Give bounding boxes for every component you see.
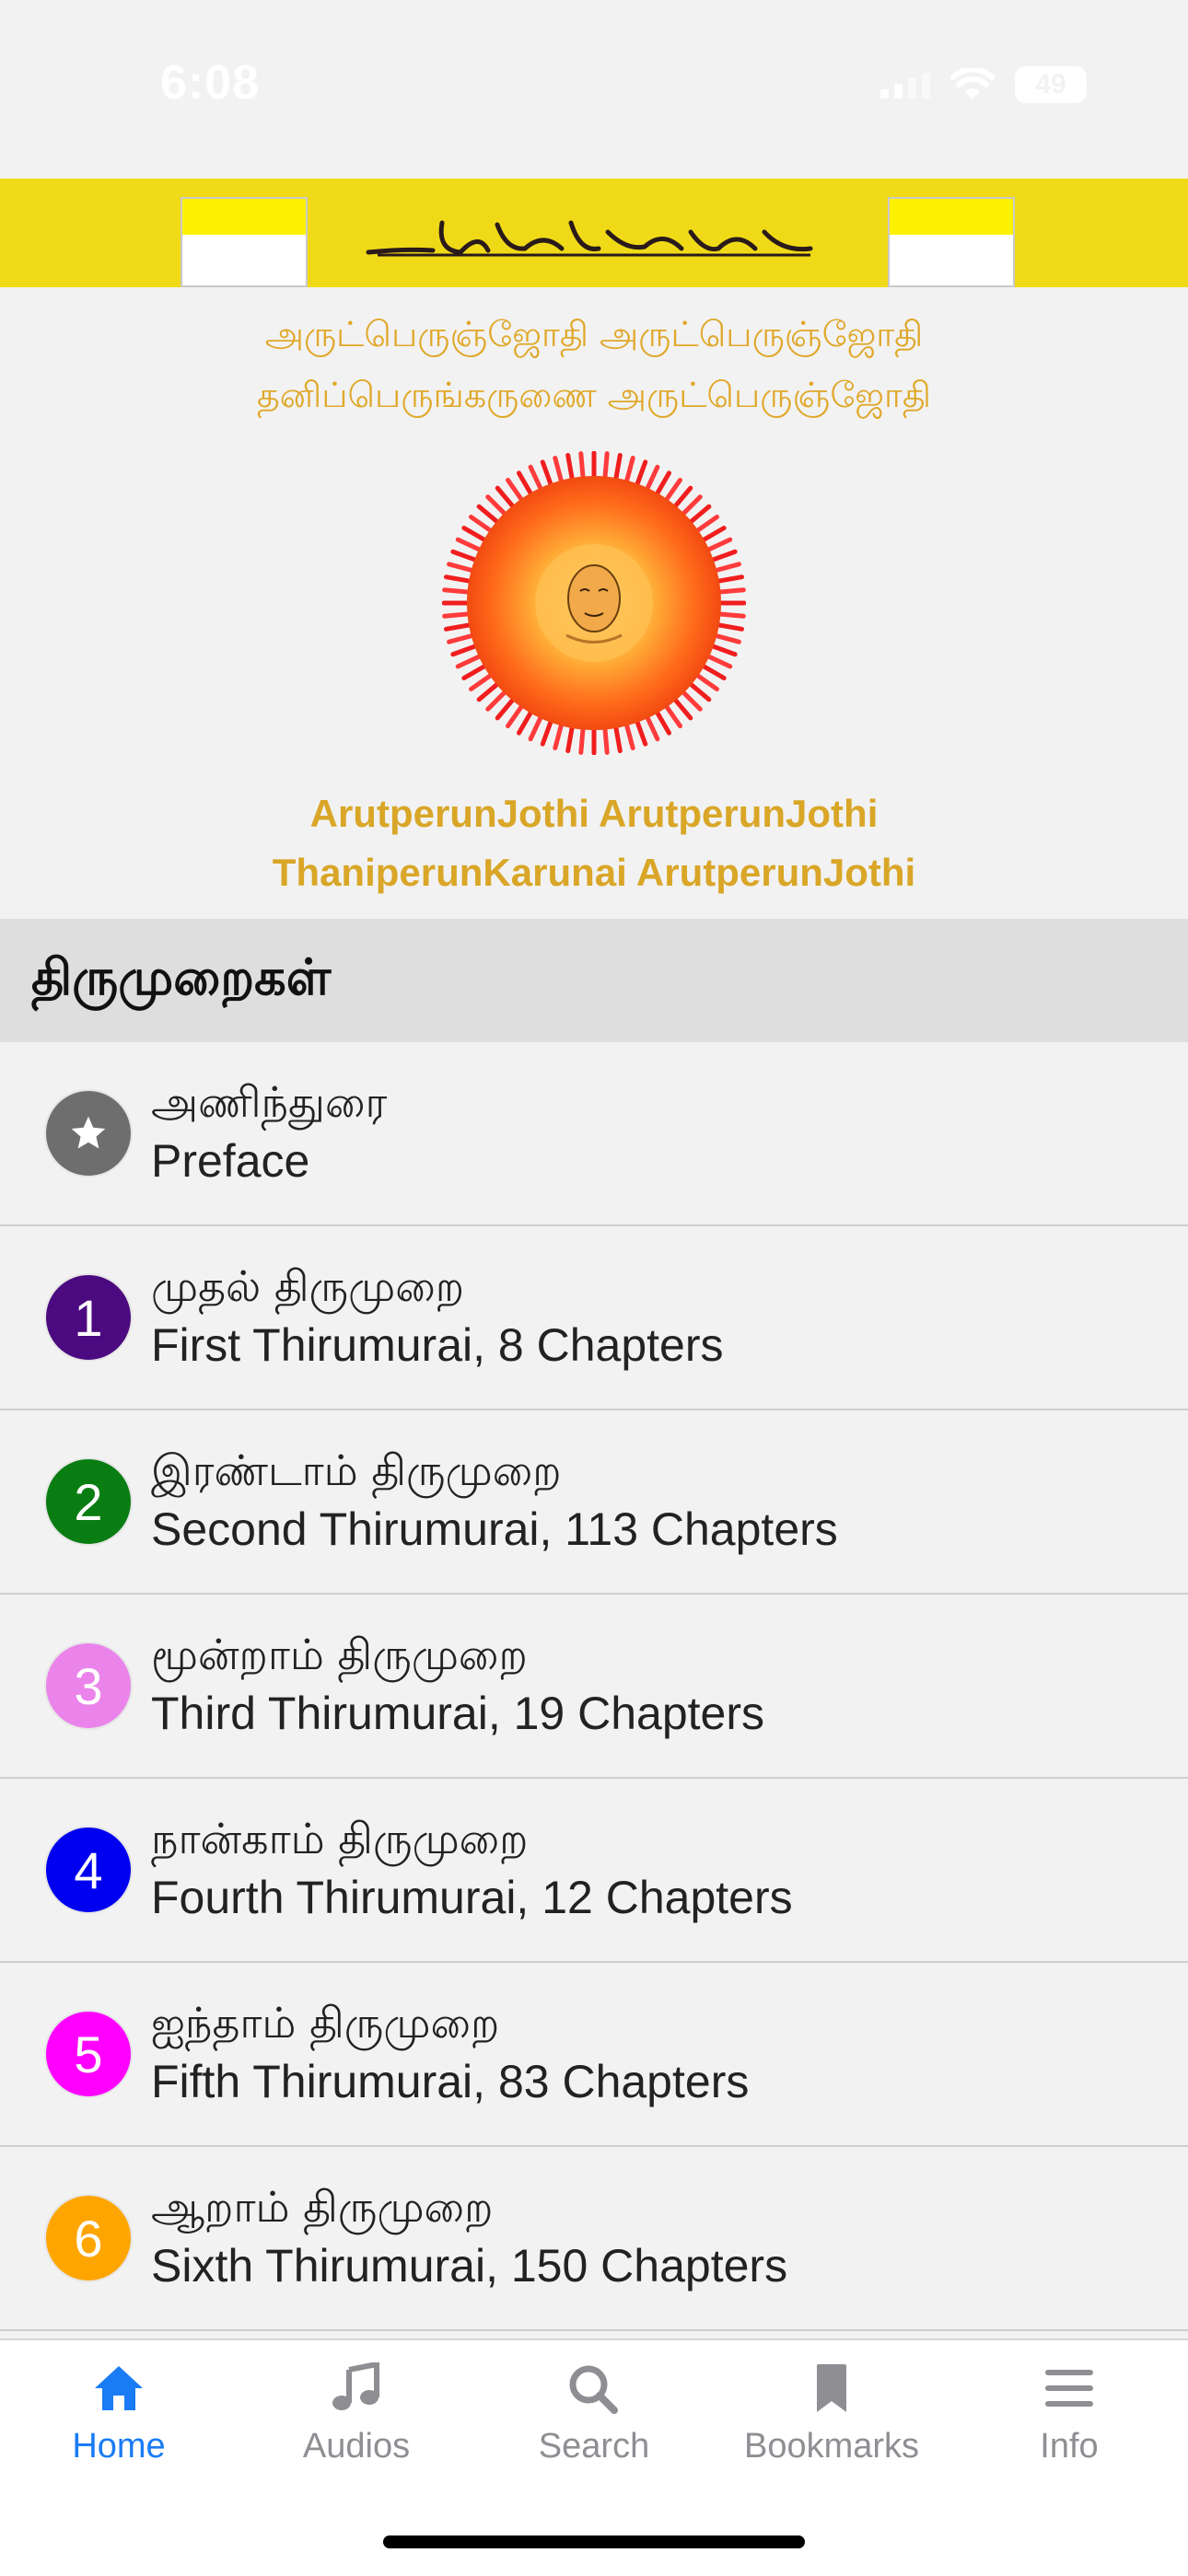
tamil-chant: அருட்பெருஞ்ஜோதி அருட்பெருஞ்ஜோதி தனிப்பெர… (0, 304, 1188, 425)
list-item-subtitle: Third Thirumurai, 19 Chapters (151, 1688, 765, 1739)
english-chant-line: ThaniperunKarunai ArutperunJothi (272, 851, 916, 894)
list-item-preface[interactable]: அணிந்துரை Preface (0, 1042, 1188, 1226)
tab-label: Audios (302, 2427, 411, 2466)
tab-home[interactable]: Home (0, 2362, 238, 2466)
house-icon (95, 2366, 143, 2410)
tamil-chant-line: அருட்பெருஞ்ஜோதி அருட்பெருஞ்ஜோதி (264, 314, 924, 354)
list-item-subtitle: Second Thirumurai, 113 Chapters (151, 1503, 838, 1555)
tab-label: Home (72, 2427, 166, 2466)
tamil-chant-line: தனிப்பெருங்கருணை அருட்பெருஞ்ஜோதி (256, 375, 931, 415)
section-title: திருமுறைகள் (31, 947, 332, 1006)
status-indicators: 49 (880, 66, 1087, 103)
list-item-subtitle: Fifth Thirumurai, 83 Chapters (151, 2056, 750, 2107)
battery-icon: 49 (1015, 66, 1087, 103)
tab-label: Search (538, 2427, 650, 2466)
cellular-signal-icon (880, 71, 930, 99)
list-item-subtitle: Sixth Thirumurai, 150 Chapters (151, 2240, 788, 2292)
flag-icon (181, 197, 308, 287)
list-item-fifth-thirumurai[interactable]: 5 ஐந்தாம் திருமுறை Fifth Thirumurai, 83 … (0, 1963, 1188, 2147)
tab-label: Bookmarks (743, 2427, 920, 2466)
list-item-title: இரண்டாம் திருமுறை (151, 1445, 562, 1495)
list-item-title: நான்காம் திருமுறை (151, 1814, 529, 1863)
status-time: 6:08 (160, 56, 261, 110)
list-item-title: ஆறாம் திருமுறை (151, 2182, 494, 2232)
hamburger-menu-icon (1045, 2370, 1093, 2407)
status-bar: 6:08 49 (0, 0, 1188, 175)
flag-icon (888, 197, 1015, 287)
tab-audios[interactable]: Audios (238, 2362, 475, 2466)
music-note-icon (332, 2362, 379, 2410)
list-item-sixth-thirumurai[interactable]: 6 ஆறாம் திருமுறை Sixth Thirumurai, 150 C… (0, 2147, 1188, 2331)
list-item-title: மூன்றாம் திருமுறை (151, 1630, 528, 1679)
number-badge: 3 (44, 1642, 133, 1730)
number-badge: 5 (44, 2010, 133, 2098)
list-item-subtitle: First Thirumurai, 8 Chapters (151, 1319, 724, 1371)
english-chant: ArutperunJothi ArutperunJothi Thaniperun… (0, 784, 1188, 902)
list-item-title: முதல் திருமுறை (151, 1261, 465, 1311)
home-indicator[interactable] (383, 2535, 805, 2548)
number-badge: 4 (44, 1826, 133, 1914)
list-item-third-thirumurai[interactable]: 3 மூன்றாம் திருமுறை Third Thirumurai, 19… (0, 1595, 1188, 1779)
thirumurai-list: அணிந்துரை Preface 1 முதல் திருமுறை First… (0, 1042, 1188, 2331)
header-banner (0, 179, 1188, 287)
english-chant-line: ArutperunJothi ArutperunJothi (309, 792, 879, 835)
tab-bookmarks[interactable]: Bookmarks (713, 2362, 950, 2466)
number-badge: 6 (44, 2194, 133, 2282)
list-item-subtitle: Fourth Thirumurai, 12 Chapters (151, 1872, 793, 1923)
tab-label: Info (1040, 2427, 1099, 2466)
bookmark-icon (817, 2364, 846, 2412)
magnifier-icon (569, 2365, 618, 2414)
star-icon (44, 1089, 133, 1178)
list-item-fourth-thirumurai[interactable]: 4 நான்காம் திருமுறை Fourth Thirumurai, 1… (0, 1779, 1188, 1963)
tab-info[interactable]: Info (950, 2362, 1188, 2466)
list-item-second-thirumurai[interactable]: 2 இரண்டாம் திருமுறை Second Thirumurai, 1… (0, 1410, 1188, 1595)
banner-logo (366, 220, 813, 257)
list-item-title: ஐந்தாம் திருமுறை (151, 1998, 500, 2048)
number-badge: 2 (44, 1457, 133, 1546)
tab-search[interactable]: Search (475, 2362, 713, 2466)
sun-emblem (441, 450, 747, 756)
section-header: திருமுறைகள் (0, 919, 1188, 1042)
list-item-first-thirumurai[interactable]: 1 முதல் திருமுறை First Thirumurai, 8 Cha… (0, 1226, 1188, 1410)
wifi-icon (950, 68, 995, 99)
list-item-subtitle: Preface (151, 1135, 310, 1187)
list-item-title: அணிந்துரை (151, 1077, 388, 1127)
number-badge: 1 (44, 1273, 133, 1362)
